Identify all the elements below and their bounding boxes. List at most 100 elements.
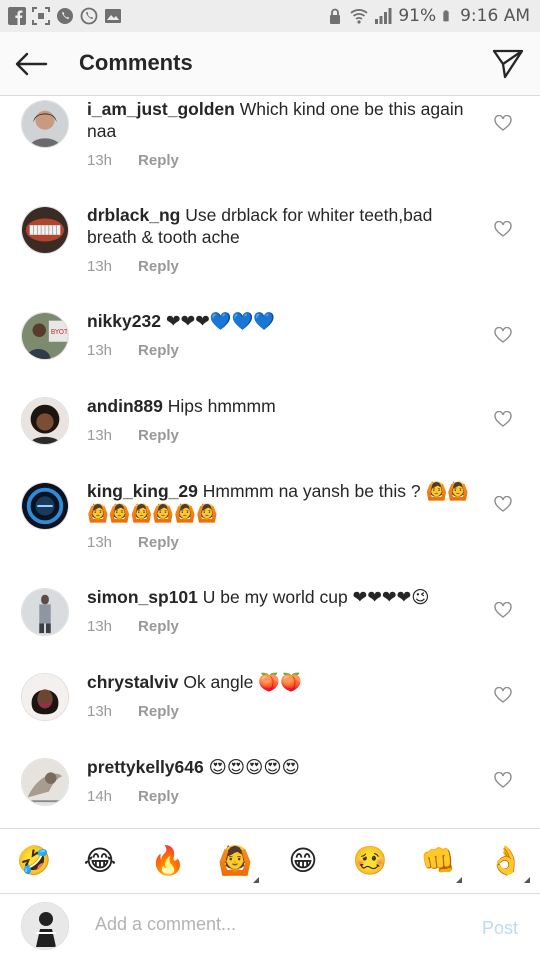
reply-button[interactable]: Reply bbox=[138, 788, 179, 805]
reply-button[interactable]: Reply bbox=[138, 703, 179, 720]
back-button[interactable] bbox=[12, 46, 50, 82]
paper-plane-icon bbox=[492, 49, 524, 79]
comment-time: 14h bbox=[87, 788, 113, 805]
avatar[interactable] bbox=[21, 206, 69, 254]
heart-icon[interactable] bbox=[494, 115, 512, 131]
emoji-woozy-button[interactable]: 🥴 bbox=[352, 843, 388, 879]
comment-meta: 13h Reply bbox=[87, 152, 179, 169]
header: Comments bbox=[0, 32, 540, 96]
comment-time: 13h bbox=[87, 618, 113, 635]
status-bar: 91% 9:16 AM bbox=[0, 0, 540, 32]
comment-username[interactable]: prettykelly646 bbox=[87, 757, 204, 777]
comment-time: 13h bbox=[87, 427, 113, 444]
heart-icon[interactable] bbox=[494, 221, 512, 237]
emoji-rofl-button[interactable]: 🤣 bbox=[16, 843, 52, 879]
skin-tone-indicator bbox=[253, 877, 259, 883]
comment-time: 13h bbox=[87, 152, 113, 169]
comment-username[interactable]: chrystalviv bbox=[87, 672, 178, 692]
avatar[interactable] bbox=[21, 100, 69, 148]
comment-input[interactable] bbox=[95, 914, 445, 935]
heart-icon[interactable] bbox=[494, 602, 512, 618]
avatar[interactable] bbox=[21, 588, 69, 636]
emoji-quick-bar: 🤣 😂 🔥 🙆 😁 🥴 👊 👌 bbox=[0, 828, 540, 894]
notification-icons bbox=[8, 7, 122, 25]
signal-icon bbox=[375, 8, 392, 24]
emoji-fire-button[interactable]: 🔥 bbox=[150, 843, 186, 879]
comment-text: drblack_ng Use drblack for whiter teeth,… bbox=[87, 204, 477, 248]
comment-username[interactable]: king_king_29 bbox=[87, 481, 198, 501]
comment-message: Hips hmmmm bbox=[167, 396, 276, 416]
reply-button[interactable]: Reply bbox=[138, 427, 179, 444]
comment-text: simon_sp101 U be my world cup ❤❤❤❤😉 bbox=[87, 586, 477, 608]
heart-icon[interactable] bbox=[494, 411, 512, 427]
comment-meta: 13h Reply bbox=[87, 618, 179, 635]
comment-meta: 14h Reply bbox=[87, 788, 179, 805]
emoji-fist-label: 👊 bbox=[420, 844, 456, 877]
reply-button[interactable]: Reply bbox=[138, 152, 179, 169]
comment-meta: 13h Reply bbox=[87, 427, 179, 444]
skin-tone-indicator bbox=[456, 877, 462, 883]
comments-list[interactable]: i_am_just_golden Which kind one be this … bbox=[0, 96, 540, 828]
screenshot-icon bbox=[32, 7, 50, 25]
heart-icon[interactable] bbox=[494, 687, 512, 703]
comment-username[interactable]: simon_sp101 bbox=[87, 587, 198, 607]
comment-time: 13h bbox=[87, 342, 113, 359]
facebook-icon bbox=[8, 7, 26, 25]
clock: 9:16 AM bbox=[460, 6, 530, 26]
avatar[interactable] bbox=[21, 673, 69, 721]
avatar[interactable] bbox=[21, 758, 69, 806]
emoji-joy-button[interactable]: 😂 bbox=[82, 843, 118, 879]
comment-text: andin889 Hips hmmmm bbox=[87, 395, 477, 417]
heart-icon[interactable] bbox=[494, 772, 512, 788]
reply-button[interactable]: Reply bbox=[138, 342, 179, 359]
comment-text: i_am_just_golden Which kind one be this … bbox=[87, 98, 477, 142]
avatar[interactable]: BYOT bbox=[21, 312, 69, 360]
whatsapp-icon-2 bbox=[80, 7, 98, 25]
system-status: 91% 9:16 AM bbox=[326, 6, 530, 26]
comment-text: prettykelly646 😍😍😍😍😍 bbox=[87, 756, 477, 778]
comment-meta: 13h Reply bbox=[87, 342, 179, 359]
heart-icon[interactable] bbox=[494, 327, 512, 343]
emoji-ok-hand-label: 👌 bbox=[488, 844, 524, 877]
comment-time: 13h bbox=[87, 703, 113, 720]
comment-meta: 13h Reply bbox=[87, 534, 179, 551]
gallery-icon bbox=[105, 9, 121, 23]
emoji-gesture-ok-button[interactable]: 🙆 bbox=[217, 843, 259, 883]
heart-icon[interactable] bbox=[494, 496, 512, 512]
post-button[interactable]: Post bbox=[482, 918, 518, 939]
comment-message: 😍😍😍😍😍 bbox=[208, 757, 300, 777]
battery-percent: 91% bbox=[398, 6, 437, 26]
share-button[interactable] bbox=[490, 46, 526, 82]
skin-tone-indicator bbox=[524, 877, 530, 883]
my-avatar bbox=[21, 902, 69, 950]
page-title: Comments bbox=[79, 50, 193, 75]
comment-time: 13h bbox=[87, 534, 113, 551]
comment-text: chrystalviv Ok angle 🍑🍑 bbox=[87, 671, 477, 693]
comment-username[interactable]: andin889 bbox=[87, 396, 163, 416]
comment-message: ❤❤❤💙💙💙 bbox=[165, 311, 276, 331]
avatar[interactable] bbox=[21, 482, 69, 530]
avatar[interactable] bbox=[21, 397, 69, 445]
comment-message: Ok angle 🍑🍑 bbox=[183, 672, 302, 692]
emoji-grin-button[interactable]: 😁 bbox=[285, 843, 321, 879]
comment-meta: 13h Reply bbox=[87, 258, 179, 275]
comment-username[interactable]: drblack_ng bbox=[87, 205, 180, 225]
reply-button[interactable]: Reply bbox=[138, 258, 179, 275]
comment-username[interactable]: i_am_just_golden bbox=[87, 99, 235, 119]
reply-button[interactable]: Reply bbox=[138, 618, 179, 635]
comment-message: U be my world cup ❤❤❤❤😉 bbox=[202, 587, 430, 607]
comment-text: nikky232 ❤❤❤💙💙💙 bbox=[87, 310, 477, 332]
emoji-ok-hand-button[interactable]: 👌 bbox=[488, 843, 530, 883]
lock-icon bbox=[330, 8, 341, 24]
svg-text:BYOT: BYOT bbox=[51, 328, 68, 336]
battery-icon bbox=[443, 10, 449, 22]
comment-composer: Post bbox=[0, 894, 540, 960]
wifi-icon bbox=[350, 9, 368, 24]
whatsapp-icon bbox=[57, 8, 73, 24]
emoji-gesture-ok-label: 🙆 bbox=[217, 844, 253, 877]
reply-button[interactable]: Reply bbox=[138, 534, 179, 551]
comment-time: 13h bbox=[87, 258, 113, 275]
comment-username[interactable]: nikky232 bbox=[87, 311, 161, 331]
comment-meta: 13h Reply bbox=[87, 703, 179, 720]
emoji-fist-button[interactable]: 👊 bbox=[420, 843, 462, 883]
